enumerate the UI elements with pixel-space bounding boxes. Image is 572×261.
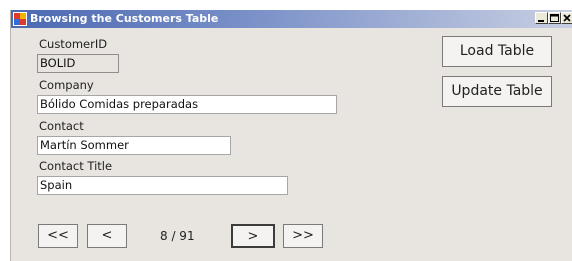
customer-id-field: BOLID [37, 54, 119, 73]
contact-title-label: Contact Title [39, 159, 113, 173]
app-icon [13, 12, 27, 26]
customer-id-label: CustomerID [39, 37, 108, 51]
load-table-button[interactable]: Load Table [442, 36, 552, 67]
minimize-button[interactable] [535, 12, 548, 24]
title-bar[interactable]: Browsing the Customers Table [11, 10, 572, 28]
contact-title-field[interactable]: Spain [37, 176, 288, 195]
contact-field[interactable]: Martín Sommer [37, 136, 231, 155]
customers-browse-window: Browsing the Customers Table CustomerID … [10, 10, 572, 261]
maximize-button[interactable] [548, 12, 561, 24]
next-record-button[interactable]: > [231, 224, 275, 248]
window-title: Browsing the Customers Table [30, 12, 219, 25]
previous-record-button[interactable]: < [87, 224, 127, 248]
last-record-button[interactable]: >> [283, 224, 323, 248]
contact-label: Contact [39, 119, 84, 133]
company-field[interactable]: Bólido Comidas preparadas [37, 95, 337, 114]
company-label: Company [39, 78, 94, 92]
update-table-button[interactable]: Update Table [442, 76, 552, 107]
record-position: 8 / 91 [160, 229, 195, 243]
close-button[interactable] [561, 12, 572, 24]
close-icon [563, 14, 571, 22]
minimize-icon [538, 20, 544, 22]
maximize-icon [550, 14, 559, 22]
first-record-button[interactable]: << [38, 224, 78, 248]
